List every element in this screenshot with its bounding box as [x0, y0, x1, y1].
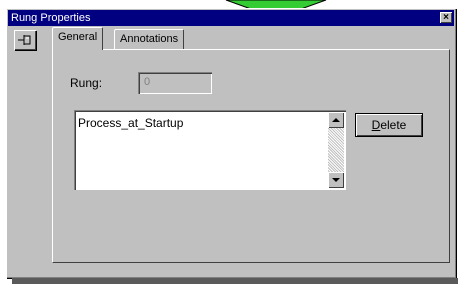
annotations-listbox[interactable]: Process_at_Startup [74, 110, 346, 190]
rung-number-value: 0 [144, 76, 151, 88]
tab-annotations-label: Annotations [120, 33, 179, 45]
window-title: Rung Properties [11, 12, 91, 24]
pin-button[interactable] [14, 30, 36, 50]
arrow-up-icon [332, 118, 340, 122]
rung-number-field: 0 [138, 72, 212, 94]
list-item[interactable]: Process_at_Startup [78, 116, 183, 130]
delete-button[interactable]: Delete [356, 114, 422, 136]
delete-label: elete [380, 118, 407, 132]
vertical-scrollbar[interactable] [328, 112, 344, 188]
scroll-down-button[interactable] [328, 172, 344, 188]
tab-annotations[interactable]: Annotations [114, 29, 185, 49]
window-shadow [12, 278, 458, 284]
arrow-down-icon [332, 178, 340, 182]
title-bar[interactable]: Rung Properties × [8, 10, 454, 26]
tab-general-label: General [58, 31, 98, 43]
delete-mnemonic: D [371, 118, 381, 132]
scroll-up-button[interactable] [328, 112, 344, 128]
tab-general[interactable]: General [52, 27, 104, 50]
close-icon: × [443, 12, 449, 23]
rung-label: Rung: [70, 76, 103, 90]
close-button[interactable]: × [440, 12, 452, 23]
pin-icon [18, 35, 31, 45]
